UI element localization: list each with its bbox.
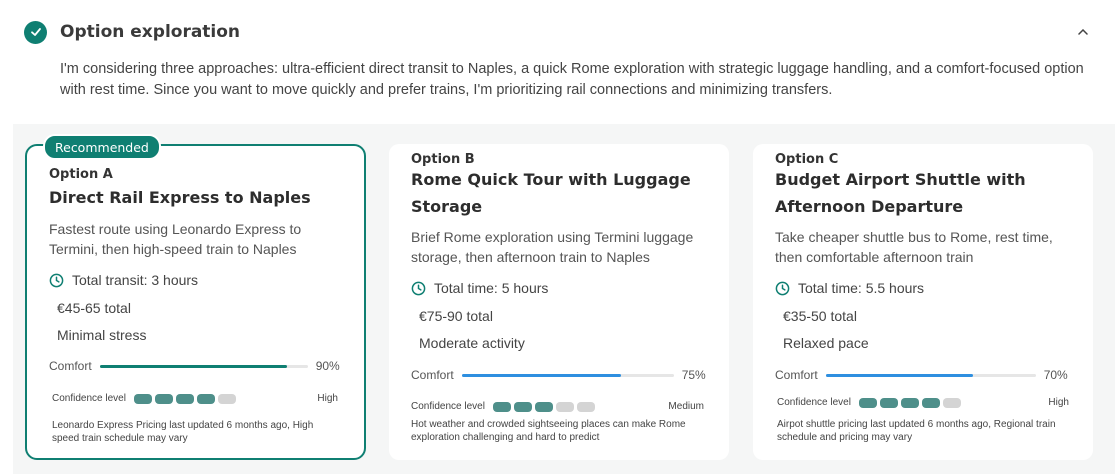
section-title: Option exploration: [60, 22, 241, 42]
confidence-level: Confidence level High: [52, 393, 338, 404]
confidence-segment: [133, 393, 152, 404]
confidence-segment: [196, 393, 215, 404]
option-note: Hot weather and crowded sightseeing plac…: [411, 419, 686, 443]
confidence-label: Confidence level: [777, 397, 851, 408]
comfort-track: [99, 364, 308, 368]
confidence-segment: [492, 401, 511, 412]
option-description: Take cheaper shuttle bus to Rome, rest t…: [775, 229, 1053, 265]
clock-icon: [411, 281, 426, 296]
option-cost: €75-90 total: [419, 308, 493, 324]
option-time-text: Total transit: 3 hours: [72, 272, 199, 288]
confidence-segment: [576, 401, 595, 412]
confidence-text: Medium: [668, 401, 704, 412]
comfort-fill: [825, 373, 973, 377]
recommended-badge: Recommended: [43, 134, 161, 160]
confidence-segments: [858, 397, 961, 408]
comfort-percent: 75%: [681, 368, 706, 382]
confidence-label: Confidence level: [52, 393, 126, 404]
option-name: Budget Airport Shuttle with Afternoon De…: [775, 170, 1026, 216]
comfort-percent: 70%: [1043, 368, 1068, 382]
confidence-segment: [217, 393, 236, 404]
confidence-segment: [534, 401, 553, 412]
option-effort: Relaxed pace: [783, 335, 869, 351]
confidence-segment: [555, 401, 574, 412]
confidence-segment: [513, 401, 532, 412]
comfort-percent: 90%: [315, 359, 340, 373]
option-effort: Minimal stress: [57, 327, 147, 343]
confidence-text: High: [317, 393, 338, 404]
confidence-segments: [492, 401, 595, 412]
option-name: Direct Rail Express to Naples: [49, 188, 311, 207]
comfort-track: [825, 373, 1036, 377]
comfort-fill: [461, 373, 621, 377]
confidence-level: Confidence level Medium: [411, 401, 704, 412]
option-time: Total time: 5 hours: [411, 280, 548, 296]
confidence-segment: [879, 397, 898, 408]
option-description: Fastest route using Leonardo Express to …: [49, 221, 302, 257]
option-note: Airpot shuttle pricing last updated 6 mo…: [777, 419, 1056, 443]
confidence-segments: [133, 393, 236, 404]
option-note: Leonardo Express Pricing last updated 6 …: [52, 420, 314, 444]
checkmark-icon: [24, 20, 47, 44]
option-card-b[interactable]: Option B Rome Quick Tour with Luggage St…: [389, 144, 729, 460]
comfort-label: Comfort: [775, 368, 818, 382]
comfort-track: [461, 373, 674, 377]
confidence-segment: [942, 397, 961, 408]
confidence-segment: [858, 397, 877, 408]
clock-icon: [49, 273, 64, 288]
option-card-c[interactable]: Option C Budget Airport Shuttle with Aft…: [753, 144, 1093, 460]
option-cost: €35-50 total: [783, 308, 857, 324]
option-effort: Moderate activity: [419, 335, 525, 351]
confidence-segment: [900, 397, 919, 408]
option-label: Option B: [411, 152, 475, 167]
comfort-meter: Comfort 75%: [411, 368, 706, 382]
chevron-up-icon[interactable]: [1074, 23, 1092, 41]
section-header[interactable]: Option exploration: [24, 18, 1104, 46]
confidence-label: Confidence level: [411, 401, 485, 412]
option-time: Total transit: 3 hours: [49, 272, 198, 288]
confidence-segment: [175, 393, 194, 404]
clock-icon: [775, 281, 790, 296]
option-label: Option C: [775, 152, 839, 167]
option-time-text: Total time: 5 hours: [434, 280, 549, 296]
comfort-meter: Comfort 90%: [49, 359, 341, 373]
comfort-fill: [99, 364, 287, 368]
option-description: Brief Rome exploration using Termini lug…: [411, 229, 694, 265]
option-label: Option A: [49, 167, 113, 182]
option-cost: €45-65 total: [57, 300, 131, 316]
option-time-text: Total time: 5.5 hours: [798, 280, 925, 296]
comfort-label: Comfort: [49, 359, 92, 373]
option-name: Rome Quick Tour with Luggage Storage: [411, 170, 691, 216]
option-time: Total time: 5.5 hours: [775, 280, 924, 296]
option-card-a[interactable]: Recommended Option A Direct Rail Express…: [25, 134, 366, 460]
confidence-segment: [154, 393, 173, 404]
comfort-meter: Comfort 70%: [775, 368, 1070, 382]
intro-text: I'm considering three approaches: ultra-…: [60, 61, 1084, 98]
confidence-text: High: [1048, 397, 1069, 408]
confidence-level: Confidence level High: [777, 397, 1069, 408]
confidence-segment: [921, 397, 940, 408]
comfort-label: Comfort: [411, 368, 454, 382]
